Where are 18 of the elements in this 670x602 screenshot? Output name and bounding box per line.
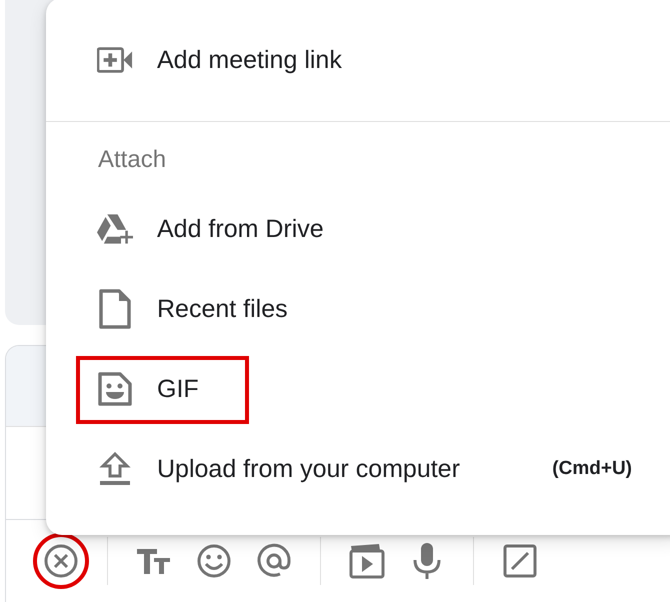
close-icon bbox=[43, 543, 79, 579]
menu-item[interactable]: Add from Drive bbox=[46, 189, 670, 269]
video-clip-icon bbox=[349, 543, 385, 579]
menu-item[interactable]: Upload from your computer (Cmd+U) bbox=[46, 429, 670, 509]
text-format-icon bbox=[136, 546, 172, 576]
upload-icon bbox=[99, 452, 131, 486]
menu-item[interactable]: Recent files bbox=[46, 269, 670, 349]
emoji-icon bbox=[196, 543, 232, 579]
video-plus-icon bbox=[97, 47, 133, 73]
microphone-icon bbox=[412, 542, 442, 580]
at-sign-icon bbox=[256, 543, 292, 579]
section-heading: Attach bbox=[97, 145, 168, 175]
shortcut-hint: (Cmd+U) bbox=[552, 458, 632, 480]
menu-item[interactable]: Add meeting link bbox=[46, 20, 670, 100]
sticker-face-icon bbox=[97, 371, 133, 407]
file-icon bbox=[98, 288, 132, 330]
slash-square-icon bbox=[503, 544, 537, 578]
menu-item[interactable]: GIF bbox=[46, 349, 670, 429]
